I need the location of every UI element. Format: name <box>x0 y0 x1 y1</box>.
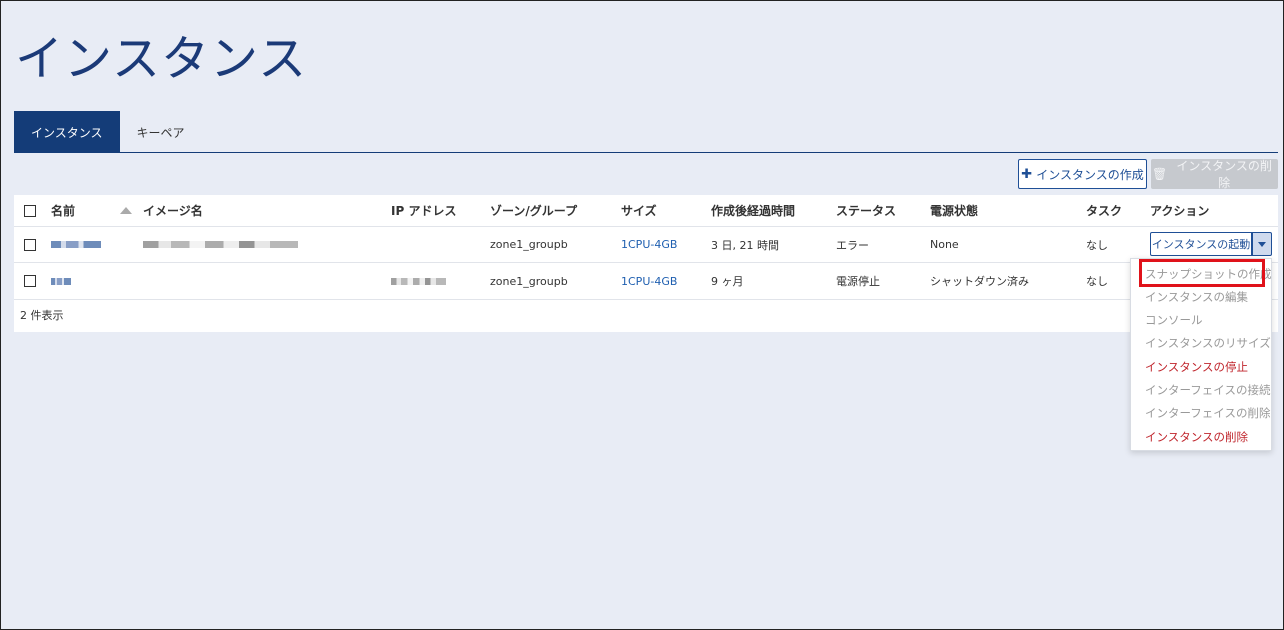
status-cell: 電源停止 <box>836 275 880 288</box>
sort-asc-icon[interactable] <box>120 206 132 214</box>
create-instance-label: インスタンスの作成 <box>1036 167 1144 182</box>
column-header-power[interactable]: 電源状態 <box>930 195 978 226</box>
zone-cell: zone1_groupb <box>490 274 568 288</box>
menu-item-stop-instance[interactable]: インスタンスの停止 <box>1145 359 1248 375</box>
zone-cell: zone1_groupb <box>490 238 568 251</box>
column-header-age[interactable]: 作成後経過時間 <box>711 195 795 226</box>
table-header: 名前 イメージ名 IP アドレス ゾーン/グループ サイズ 作成後経過時間 ステ… <box>14 195 1278 227</box>
column-header-actions: アクション <box>1150 204 1210 218</box>
menu-item-edit-instance[interactable]: インスタンスの編集 <box>1145 289 1248 305</box>
action-dropdown-menu: スナップショットの作成 インスタンスの編集 コンソール インスタンスのリサイズ … <box>1130 258 1272 451</box>
power-cell: シャットダウン済み <box>930 275 1029 288</box>
menu-item-resize-instance[interactable]: インスタンスのリサイズ <box>1145 335 1271 351</box>
tab-bar: インスタンス キーペア <box>14 111 202 153</box>
column-header-ip[interactable]: IP アドレス <box>391 195 456 226</box>
plus-icon: ✚ <box>1021 166 1033 182</box>
column-header-zone[interactable]: ゾーン/グループ <box>490 195 577 226</box>
item-count: 2 件表示 <box>20 309 64 322</box>
status-cell: エラー <box>836 238 869 252</box>
tab-underline <box>14 152 1278 153</box>
instance-name-link[interactable] <box>51 227 101 262</box>
instance-name-link[interactable] <box>51 263 71 299</box>
column-header-size[interactable]: サイズ <box>621 195 657 226</box>
size-link[interactable]: 1CPU-4GB <box>621 227 677 262</box>
menu-item-attach-interface[interactable]: インターフェイスの接続 <box>1145 382 1270 398</box>
row-checkbox[interactable] <box>24 275 36 287</box>
menu-item-delete-instance[interactable]: インスタンスの削除 <box>1145 429 1248 445</box>
tab-keypairs[interactable]: キーペア <box>120 111 202 153</box>
menu-item-console[interactable]: コンソール <box>1145 312 1203 328</box>
column-header-image[interactable]: イメージ名 <box>143 195 203 226</box>
table-row: zone1_groupb 1CPU-4GB 3 日, 21 時間 エラー Non… <box>14 227 1278 263</box>
task-cell: なし <box>1086 238 1108 252</box>
column-header-status[interactable]: ステータス <box>836 195 896 226</box>
app-window: インスタンス インスタンス キーペア ✚ インスタンスの作成 🗑 インスタンスの… <box>0 0 1284 630</box>
image-name <box>143 227 298 262</box>
age-cell: 3 日, 21 時間 <box>711 238 779 252</box>
start-instance-button[interactable]: インスタンスの起動 <box>1150 232 1252 256</box>
task-cell: なし <box>1086 275 1108 288</box>
column-header-task[interactable]: タスク <box>1086 195 1122 226</box>
action-dropdown-toggle[interactable] <box>1252 232 1272 256</box>
select-all-checkbox[interactable] <box>24 204 36 217</box>
size-link[interactable]: 1CPU-4GB <box>621 263 677 299</box>
ip-address <box>391 263 446 299</box>
caret-down-icon <box>1258 241 1266 247</box>
create-instance-button[interactable]: ✚ インスタンスの作成 <box>1018 159 1147 189</box>
table-row: zone1_groupb 1CPU-4GB 9 ヶ月 電源停止 シャットダウン済… <box>14 263 1278 300</box>
row-checkbox[interactable] <box>24 238 36 251</box>
menu-item-create-snapshot[interactable]: スナップショットの作成 <box>1145 266 1272 282</box>
instance-table: 名前 イメージ名 IP アドレス ゾーン/グループ サイズ 作成後経過時間 ステ… <box>14 195 1278 332</box>
delete-instance-button[interactable]: 🗑 インスタンスの削除 <box>1151 159 1278 190</box>
trash-icon: 🗑 <box>1152 167 1168 181</box>
delete-instance-label: インスタンスの削除 <box>1176 159 1272 190</box>
power-cell: None <box>930 238 959 251</box>
age-cell: 9 ヶ月 <box>711 275 744 288</box>
column-header-name[interactable]: 名前 <box>51 195 75 226</box>
tab-instances[interactable]: インスタンス <box>14 111 120 153</box>
menu-item-detach-interface[interactable]: インターフェイスの削除 <box>1145 405 1270 421</box>
page-title: インスタンス <box>15 31 308 87</box>
